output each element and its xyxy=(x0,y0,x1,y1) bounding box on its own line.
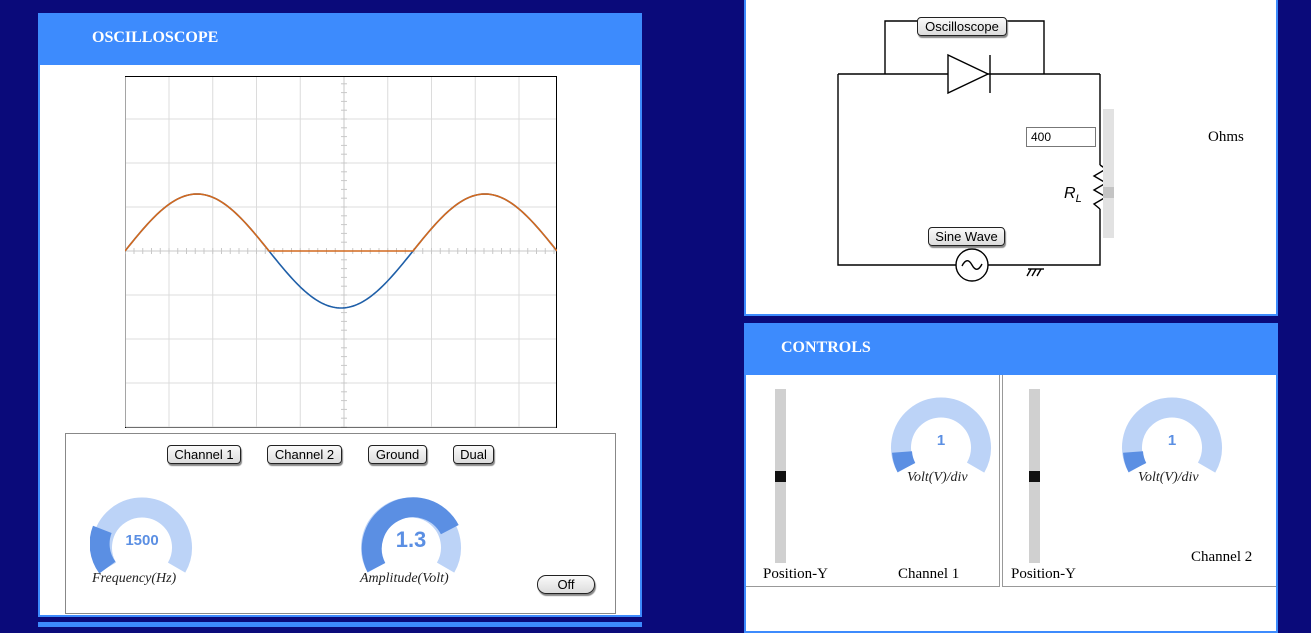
frequency-value: 1500 xyxy=(125,532,158,549)
oscilloscope-screen xyxy=(125,76,557,428)
channel1-controls: 1 Volt(V)/div Position-Y Channel 1 xyxy=(746,375,1000,587)
power-off-button[interactable]: Off xyxy=(537,575,595,594)
controls-panel: CONTROLS 1 Volt(V)/div Position-Y Channe… xyxy=(744,323,1278,633)
resistance-slider-thumb[interactable] xyxy=(1103,187,1114,198)
oscilloscope-connect-button[interactable]: Oscilloscope xyxy=(917,17,1007,36)
circuit-panel: RL Oscilloscope Sine Wave Ohms xyxy=(744,0,1278,316)
channel2-volt-knob[interactable]: 1 xyxy=(1120,389,1224,475)
sine-wave-button[interactable]: Sine Wave xyxy=(928,227,1005,246)
oscilloscope-panel: OSCILLOSCOPE Channel 1 Channel 2 Ground … xyxy=(38,13,642,617)
channel2-position-label: Position-Y xyxy=(1011,566,1077,582)
channel2-button[interactable]: Channel 2 xyxy=(267,445,342,464)
channel1-position-label: Position-Y xyxy=(763,566,829,582)
amplitude-knob[interactable]: 1.3 xyxy=(359,489,463,575)
oscilloscope-title: OSCILLOSCOPE xyxy=(92,29,219,46)
oscilloscope-header: OSCILLOSCOPE xyxy=(40,15,640,65)
ground-button[interactable]: Ground xyxy=(368,445,427,464)
controls-title: CONTROLS xyxy=(781,339,871,356)
resistance-unit-label: Ohms xyxy=(1208,129,1244,145)
frequency-knob[interactable]: 1500 xyxy=(90,489,194,575)
channel1-volt-knob[interactable]: 1 xyxy=(889,389,993,475)
next-panel-edge xyxy=(38,622,642,627)
channel2-controls: 1 Volt(V)/div Position-Y Channel 2 xyxy=(1002,375,1276,587)
channel2-volt-value: 1 xyxy=(1168,432,1176,449)
channel2-position-slider[interactable] xyxy=(1029,389,1040,563)
channel1-button[interactable]: Channel 1 xyxy=(167,445,241,464)
channel2-name: Channel 2 xyxy=(1191,549,1253,565)
channel1-position-slider[interactable] xyxy=(775,389,786,563)
resistance-input[interactable] xyxy=(1026,127,1096,147)
channel1-position-thumb[interactable] xyxy=(775,471,786,482)
channel1-volt-label: Volt(V)/div xyxy=(907,470,968,485)
resistance-slider-track[interactable] xyxy=(1103,109,1114,238)
frequency-label: Frequency(Hz) xyxy=(92,571,177,586)
channel1-volt-value: 1 xyxy=(937,432,945,449)
amplitude-value: 1.3 xyxy=(396,527,427,552)
dual-button[interactable]: Dual xyxy=(453,445,494,464)
channel1-name: Channel 1 xyxy=(898,566,960,582)
oscilloscope-control-box: Channel 1 Channel 2 Ground Dual 1500 Fre… xyxy=(65,433,616,614)
channel2-volt-label: Volt(V)/div xyxy=(1138,470,1199,485)
resistor-label: RL xyxy=(1064,185,1082,205)
channel2-position-thumb[interactable] xyxy=(1029,471,1040,482)
circuit-diagram: RL xyxy=(837,20,1114,282)
amplitude-label: Amplitude(Volt) xyxy=(360,571,449,586)
controls-header: CONTROLS xyxy=(746,325,1276,375)
